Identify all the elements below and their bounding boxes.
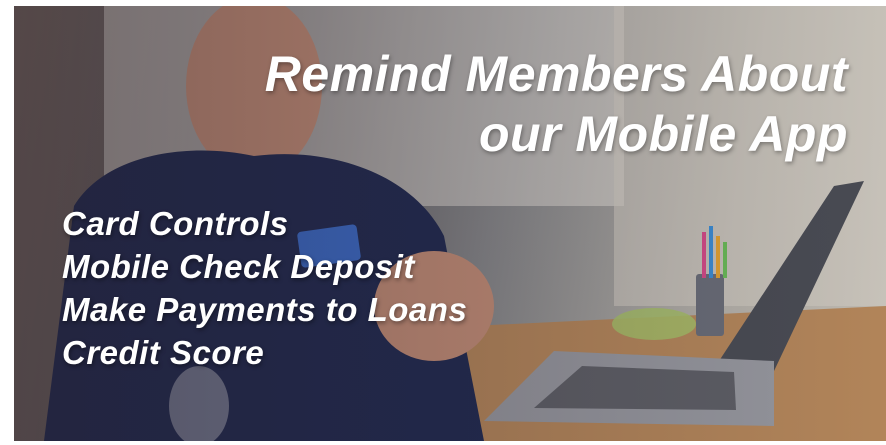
feature-list: Card Controls Mobile Check Deposit Make … [62, 202, 467, 374]
headline-line-1: Remind Members About [264, 46, 848, 102]
feature-item-mobile-check-deposit: Mobile Check Deposit [62, 248, 415, 285]
feature-item-credit-score: Credit Score [62, 334, 265, 371]
frame-left [0, 0, 14, 445]
frame-bottom [0, 441, 886, 445]
headline: Remind Members About our Mobile App [88, 44, 848, 164]
feature-item-card-controls: Card Controls [62, 205, 289, 242]
headline-line-2: our Mobile App [479, 106, 848, 162]
promo-slide: Remind Members About our Mobile App Card… [0, 0, 886, 445]
feature-item-loan-payments: Make Payments to Loans [62, 291, 468, 328]
